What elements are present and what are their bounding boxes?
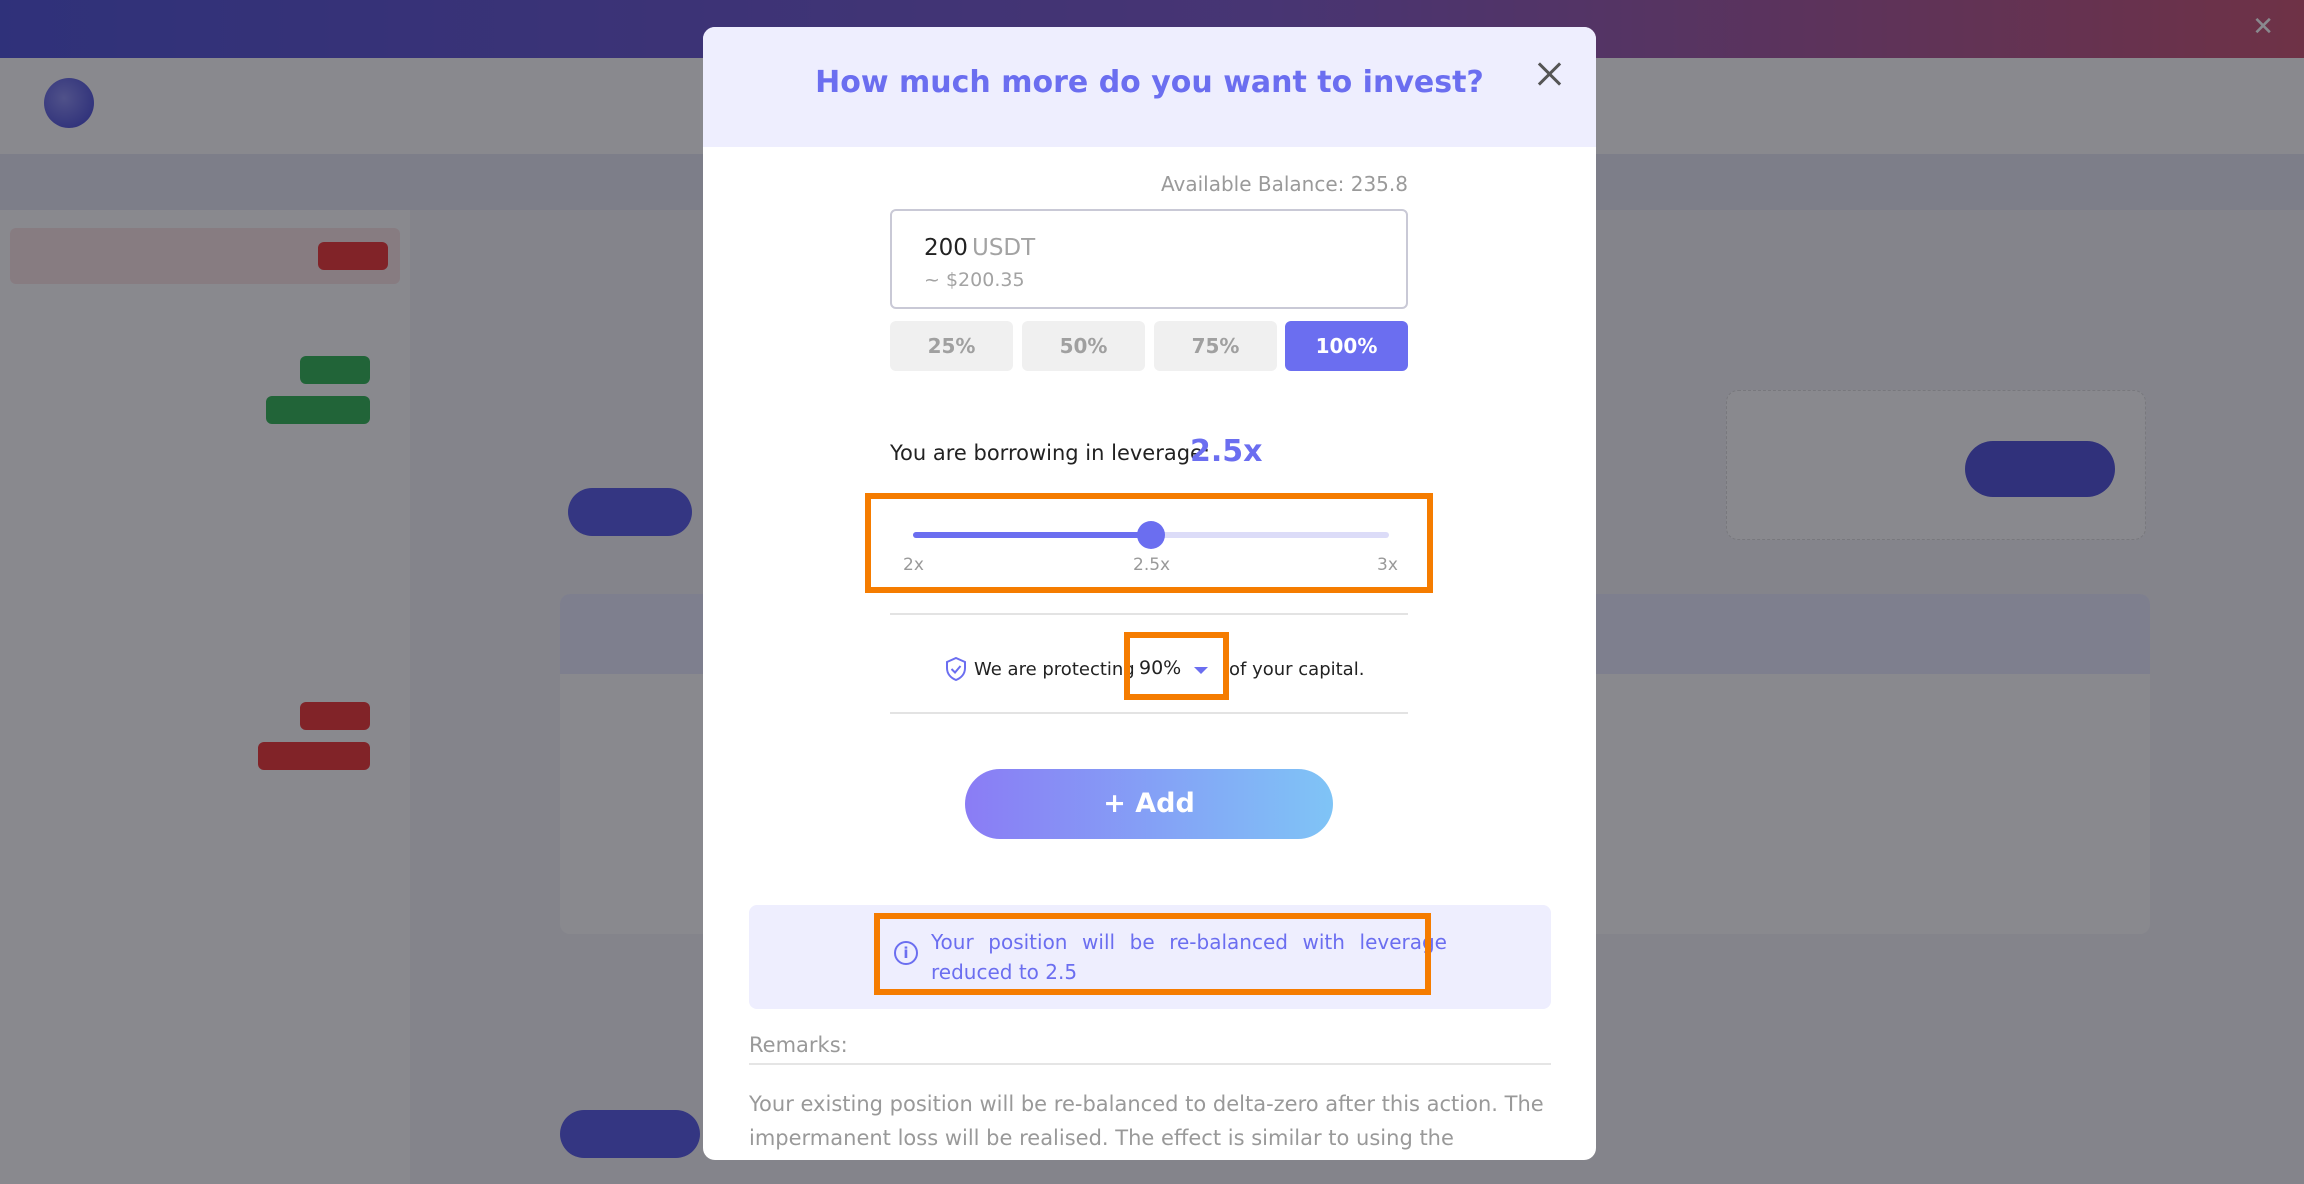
percent-25-button[interactable]: 25% [890, 321, 1013, 371]
divider [890, 613, 1408, 615]
leverage-tick-mid: 2.5x [1133, 555, 1171, 575]
info-highlight-box [874, 913, 1431, 995]
leverage-slider-thumb[interactable] [1137, 521, 1165, 549]
leverage-value: 2.5x [1190, 434, 1263, 469]
remarks-text: Your existing position will be re-balanc… [749, 1092, 1544, 1150]
modal-header: How much more do you want to invest? [703, 27, 1596, 147]
shield-check-icon [946, 657, 966, 681]
percent-50-button[interactable]: 50% [1022, 321, 1145, 371]
invest-modal: How much more do you want to invest? Ava… [703, 27, 1596, 1160]
percent-75-button[interactable]: 75% [1154, 321, 1277, 371]
leverage-tick-min: 2x [903, 555, 924, 575]
amount-usd-equivalent: ~ $200.35 [924, 269, 1025, 291]
amount-input[interactable]: 200 USDT ~ $200.35 [890, 209, 1408, 309]
leverage-slider-fill [913, 532, 1151, 538]
add-button[interactable]: + Add [965, 769, 1333, 839]
close-icon[interactable] [1532, 57, 1566, 91]
divider [749, 1063, 1551, 1065]
leverage-slider[interactable] [913, 521, 1389, 549]
modal-title: How much more do you want to invest? [815, 65, 1484, 100]
protection-highlight-box [1124, 632, 1229, 700]
protection-prefix: We are protecting [974, 659, 1135, 680]
available-balance: Available Balance: 235.8 [1160, 172, 1408, 196]
percent-100-button[interactable]: 100% [1285, 321, 1408, 371]
remarks-label: Remarks: [749, 1033, 848, 1057]
leverage-tick-max: 3x [1377, 555, 1398, 575]
protection-suffix: of your capital. [1229, 659, 1365, 680]
leverage-label: You are borrowing in leverage: [890, 441, 1211, 465]
amount-unit: USDT [972, 235, 1036, 261]
divider [890, 712, 1408, 714]
amount-value: 200 [924, 235, 968, 261]
